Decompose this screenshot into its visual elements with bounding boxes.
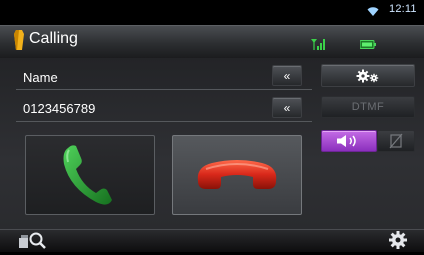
phone-tab-icon [14, 30, 24, 50]
dtmf-label: DTMF [351, 101, 385, 113]
wifi-icon [367, 7, 379, 16]
caller-name: Name [23, 70, 58, 85]
mute-icon [389, 133, 403, 149]
search-button[interactable] [18, 230, 48, 250]
battery-icon [360, 40, 376, 49]
mute-button[interactable] [377, 130, 415, 152]
bottom-bar [0, 229, 424, 252]
search-icon [19, 232, 46, 249]
end-call-button[interactable] [172, 135, 302, 215]
name-row [16, 63, 312, 90]
name-scroll-button[interactable]: « [272, 65, 302, 86]
double-chevron-left-icon: « [283, 100, 291, 115]
page-title: Calling [29, 30, 78, 47]
settings-button[interactable] [386, 230, 410, 250]
signal-icon [311, 39, 325, 50]
accept-call-icon [63, 145, 112, 205]
speaker-toggle-button[interactable] [321, 130, 377, 152]
audio-settings-button[interactable] [321, 64, 415, 87]
accept-call-button[interactable] [25, 135, 155, 215]
gear-icon [356, 69, 379, 82]
number-scroll-button[interactable]: « [272, 97, 302, 118]
clock: 12:11 [389, 3, 417, 15]
speaker-icon [337, 135, 356, 147]
settings-icon [389, 231, 407, 249]
status-bar [0, 0, 424, 22]
dtmf-button[interactable]: DTMF [321, 96, 415, 118]
caller-number: 0123456789 [23, 101, 96, 116]
double-chevron-left-icon: « [283, 68, 291, 83]
end-call-icon [197, 160, 277, 189]
